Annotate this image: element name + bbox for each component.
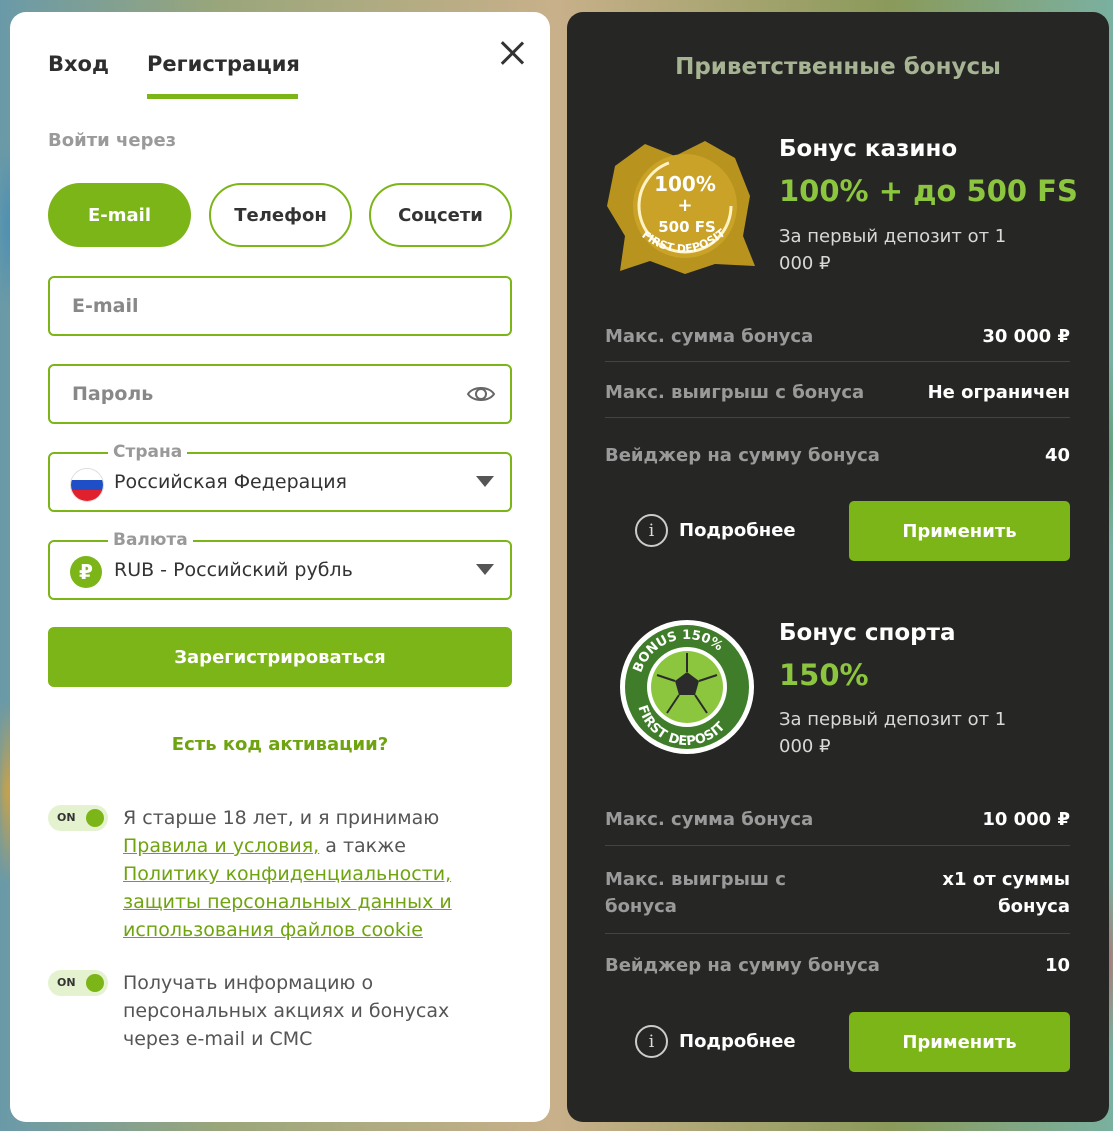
email-field-wrapper [48, 276, 512, 336]
row-value: 30 000 ₽ [982, 326, 1070, 347]
country-value: Российская Федерация [114, 471, 347, 493]
email-field[interactable] [50, 278, 510, 334]
currency-select[interactable]: Валюта ₽ RUB - Российский рубль [48, 530, 512, 600]
sport-bonus-condition: За первый депозит от 1 000 ₽ [779, 709, 1007, 757]
row-label: Макс. сумма бонуса [605, 326, 814, 347]
auth-panel: Вход Регистрация Войти через E-mail Теле… [10, 12, 550, 1122]
register-button[interactable]: Зарегистрироваться [48, 627, 512, 687]
bonuses-panel: Приветственные бонусы 100% + 500 FS FIRS… [567, 12, 1109, 1122]
password-field-wrapper [48, 364, 512, 424]
chevron-down-icon [476, 476, 494, 487]
sport-row-max-bonus: Макс. сумма бонуса 10 000 ₽ [605, 794, 1070, 846]
row-value: 40 [1044, 444, 1070, 466]
casino-bonus-amount: 100% + до 500 FS [779, 174, 1078, 208]
sport-details-link[interactable]: i Подробнее [635, 1025, 796, 1058]
sport-row-wager: Вейджер на сумму бонуса 10 [605, 940, 1070, 990]
active-tab-indicator [147, 94, 298, 99]
age-consent-text: Я старше 18 лет, и я принимаю Правила и … [123, 804, 493, 944]
info-icon: i [635, 514, 668, 547]
promo-consent-toggle[interactable]: ON [48, 970, 108, 996]
row-label: Вейджер на сумму бонуса [605, 444, 880, 466]
casino-row-max-bonus: Макс. сумма бонуса 30 000 ₽ [605, 312, 1070, 362]
sport-apply-button[interactable]: Применить [849, 1012, 1070, 1072]
email-method-button[interactable]: E-mail [48, 183, 191, 247]
age-consent-prefix: Я старше 18 лет, и я принимаю [123, 807, 440, 829]
rules-link[interactable]: Правила и условия, [123, 835, 319, 857]
social-method-button[interactable]: Соцсети [369, 183, 512, 247]
close-icon[interactable] [497, 38, 527, 68]
sport-bonus-name: Бонус спорта [779, 620, 956, 646]
sport-row-max-win: Макс. выигрыш с бонуса x1 от суммы бонус… [605, 852, 1070, 934]
row-value: 10 [1044, 954, 1070, 976]
toggle-on-label: ON [57, 976, 76, 989]
currency-legend: Валюта [108, 530, 193, 550]
age-consent-middle: а также [319, 835, 406, 857]
row-value: x1 от суммы бонуса [942, 868, 1070, 917]
details-label: Подробнее [679, 520, 796, 541]
row-label: Макс. выигрыш с бонуса [605, 382, 865, 403]
privacy-policy-link[interactable]: Политику конфиденциальности, защиты перс… [123, 863, 452, 941]
toggle-knob [86, 809, 104, 827]
russia-flag-icon [70, 468, 104, 502]
details-label: Подробнее [679, 1031, 796, 1052]
row-value: 10 000 ₽ [982, 809, 1070, 830]
activation-code-link[interactable]: Есть код активации? [10, 734, 550, 755]
phone-method-button[interactable]: Телефон [209, 183, 352, 247]
row-label: Макс. выигрыш с бонуса [605, 868, 786, 917]
casino-badge-line1: 100% [654, 172, 716, 196]
info-icon: i [635, 1025, 668, 1058]
currency-value: RUB - Российский рубль [114, 559, 353, 581]
chevron-down-icon [476, 564, 494, 575]
row-label: Вейджер на сумму бонуса [605, 954, 880, 976]
tab-register[interactable]: Регистрация [147, 52, 300, 76]
password-field[interactable] [50, 366, 510, 422]
toggle-on-label: ON [57, 811, 76, 824]
country-legend: Страна [108, 442, 188, 462]
ruble-icon: ₽ [70, 556, 102, 588]
toggle-knob [86, 974, 104, 992]
tab-login[interactable]: Вход [48, 52, 109, 76]
sport-bonus-amount: 150% [779, 658, 869, 692]
casino-badge-line3: 500 FS [658, 218, 716, 236]
sport-bonus-badge: BONUS 150% FIRST DEPOSIT [620, 620, 754, 754]
login-via-label: Войти через [48, 130, 177, 151]
casino-row-wager: Вейджер на сумму бонуса 40 [605, 430, 1070, 480]
promo-consent-text: Получать информацию о персональных акция… [123, 972, 450, 1050]
country-select[interactable]: Страна Российская Федерация [48, 442, 512, 512]
age-consent-toggle[interactable]: ON [48, 805, 108, 831]
row-value: Не ограничен [927, 382, 1070, 403]
casino-bonus-badge: 100% + 500 FS FIRST DEPOSIT [607, 141, 755, 274]
casino-apply-button[interactable]: Применить [849, 501, 1070, 561]
casino-bonus-name: Бонус казино [779, 136, 958, 162]
casino-bonus-condition: За первый депозит от 1 000 ₽ [779, 226, 1007, 274]
bonuses-title: Приветственные бонусы [675, 54, 1001, 80]
casino-details-link[interactable]: i Подробнее [635, 514, 796, 547]
casino-row-max-win: Макс. выигрыш с бонуса Не ограничен [605, 368, 1070, 418]
row-label: Макс. сумма бонуса [605, 809, 814, 830]
eye-icon[interactable] [466, 383, 496, 405]
casino-badge-line2: + [677, 195, 692, 216]
